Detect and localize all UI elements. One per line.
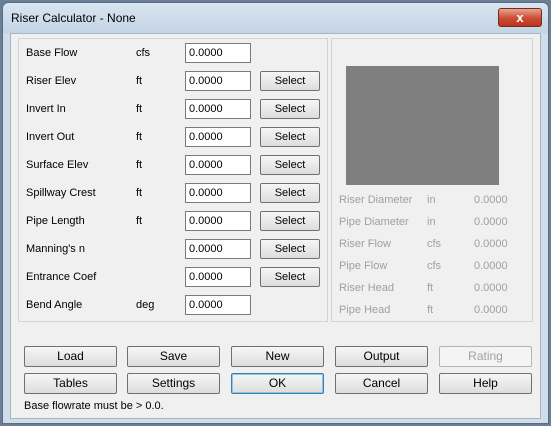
spillway-crest-input[interactable]: 0.0000	[185, 183, 251, 203]
rating-button[interactable]: Rating	[439, 346, 532, 367]
input-unit: ft	[136, 131, 143, 143]
surface-elev-select-button[interactable]: Select	[260, 155, 320, 175]
close-icon: x	[516, 10, 524, 25]
base-flow-input[interactable]: 0.0000	[185, 43, 251, 63]
result-value: 0.0000	[474, 304, 508, 316]
riser-elev-select-button[interactable]: Select	[260, 71, 320, 91]
invert-in-input[interactable]: 0.0000	[185, 99, 251, 119]
input-label: Spillway Crest	[26, 187, 96, 199]
result-unit: ft	[427, 282, 434, 294]
result-value: 0.0000	[474, 216, 508, 228]
input-unit: ft	[136, 187, 143, 199]
tables-button[interactable]: Tables	[24, 373, 117, 394]
entrance-coef-input[interactable]: 0.0000	[185, 267, 251, 287]
ok-button[interactable]: OK	[231, 373, 324, 394]
window-title: Riser Calculator - None	[11, 11, 136, 25]
result-label: Riser Diameter	[339, 194, 413, 206]
input-label: Invert In	[26, 103, 66, 115]
result-unit: in	[427, 194, 436, 206]
riser-elev-input[interactable]: 0.0000	[185, 71, 251, 91]
mannings-n-input[interactable]: 0.0000	[185, 239, 251, 259]
result-value: 0.0000	[474, 260, 508, 272]
result-unit: cfs	[427, 238, 442, 250]
input-unit: ft	[136, 159, 143, 171]
dialog-client-area: Base Flow cfs 0.0000 Riser Elev ft 0.000…	[10, 33, 541, 419]
input-unit: ft	[136, 215, 143, 227]
input-label: Riser Elev	[26, 75, 77, 87]
input-unit: ft	[136, 75, 143, 87]
pipe-length-select-button[interactable]: Select	[260, 211, 320, 231]
entrance-coef-select-button[interactable]: Select	[260, 267, 320, 287]
inputs-group: Base Flow cfs 0.0000 Riser Elev ft 0.000…	[18, 38, 328, 322]
result-value: 0.0000	[474, 282, 508, 294]
save-button[interactable]: Save	[127, 346, 220, 367]
invert-out-select-button[interactable]: Select	[260, 127, 320, 147]
invert-in-select-button[interactable]: Select	[260, 99, 320, 119]
result-unit: cfs	[427, 260, 442, 272]
result-unit: in	[427, 216, 436, 228]
result-label: Pipe Head	[339, 304, 391, 316]
input-label: Base Flow	[26, 47, 78, 59]
input-label: Surface Elev	[26, 159, 89, 171]
result-label: Riser Head	[339, 282, 395, 294]
input-unit: cfs	[136, 47, 151, 59]
new-button[interactable]: New	[231, 346, 324, 367]
invert-out-input[interactable]: 0.0000	[185, 127, 251, 147]
result-label: Riser Flow	[339, 238, 391, 250]
close-button[interactable]: x	[498, 8, 542, 27]
pipe-length-input[interactable]: 0.0000	[185, 211, 251, 231]
input-label: Pipe Length	[26, 215, 85, 227]
cancel-button[interactable]: Cancel	[335, 373, 428, 394]
settings-button[interactable]: Settings	[127, 373, 220, 394]
results-group: Riser Diameter in 0.0000 Pipe Diameter i…	[331, 38, 533, 322]
input-label: Bend Angle	[26, 299, 83, 311]
mannings-n-select-button[interactable]: Select	[260, 239, 320, 259]
load-button[interactable]: Load	[24, 346, 117, 367]
spillway-crest-select-button[interactable]: Select	[260, 183, 320, 203]
riser-preview-image	[346, 66, 499, 185]
input-label: Entrance Coef	[26, 271, 97, 283]
result-label: Pipe Diameter	[339, 216, 409, 228]
input-label: Manning's n	[26, 243, 85, 255]
bend-angle-input[interactable]: 0.0000	[185, 295, 251, 315]
help-button[interactable]: Help	[439, 373, 532, 394]
input-unit: deg	[136, 299, 155, 311]
input-label: Invert Out	[26, 131, 75, 143]
result-value: 0.0000	[474, 194, 508, 206]
result-label: Pipe Flow	[339, 260, 388, 272]
title-bar[interactable]: Riser Calculator - None x	[3, 3, 548, 33]
output-button[interactable]: Output	[335, 346, 428, 367]
surface-elev-input[interactable]: 0.0000	[185, 155, 251, 175]
status-message: Base flowrate must be > 0.0.	[24, 400, 164, 412]
result-value: 0.0000	[474, 238, 508, 250]
input-unit: ft	[136, 103, 143, 115]
riser-calculator-window: Riser Calculator - None x Base Flow cfs …	[2, 2, 549, 424]
result-unit: ft	[427, 304, 434, 316]
